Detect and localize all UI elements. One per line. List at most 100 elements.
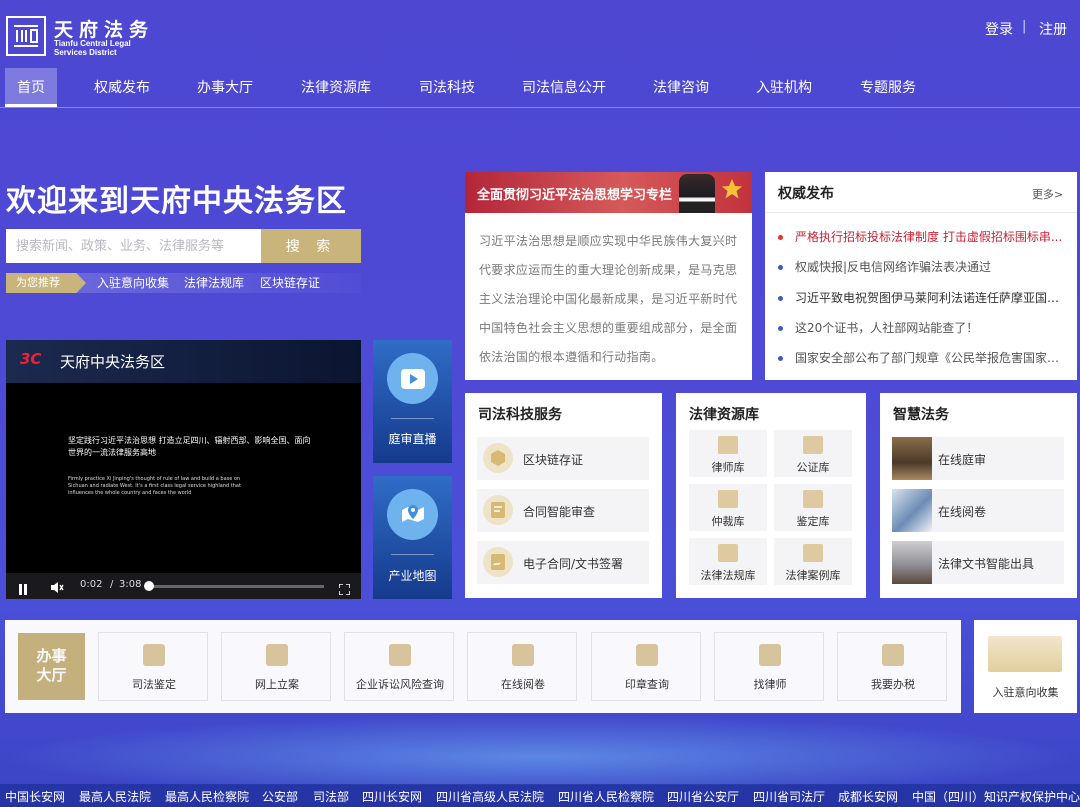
footer-link[interactable]: 四川长安网	[362, 788, 422, 805]
library-cases[interactable]: 法律案例库	[774, 538, 852, 585]
search-input[interactable]	[6, 229, 261, 263]
library-regulations[interactable]: 法律法规库	[689, 538, 767, 585]
brand-title: 天府法务	[54, 19, 155, 41]
footer-link[interactable]: 公安部	[262, 788, 298, 805]
video-title: 天府中央法务区	[60, 353, 166, 371]
video-logo: 3C	[20, 350, 42, 368]
hall-item-find-lawyer[interactable]: 找律师	[714, 632, 824, 701]
nav-service-hall[interactable]: 办事大厅	[187, 68, 263, 107]
tile-divider	[391, 554, 434, 555]
library-label: 鉴定库	[796, 515, 830, 528]
filing-icon	[266, 644, 288, 666]
footer-link[interactable]: 四川省人民检察院	[558, 788, 654, 805]
star-icon	[721, 178, 743, 204]
law-library-title: 法律资源库	[689, 407, 759, 423]
video-caption-en: Firmly practice Xi Jinping's thought of …	[68, 476, 241, 496]
library-arbitration[interactable]: 仲裁库	[689, 484, 767, 531]
video-progress-bar[interactable]	[148, 585, 324, 588]
recommend-link-blockchain[interactable]: 区块链存证	[260, 273, 320, 293]
tech-item-label: 合同智能审查	[523, 505, 596, 519]
entry-intent-label: 入驻意向收集	[992, 686, 1059, 699]
industry-map-tile[interactable]: 产业地图	[373, 476, 452, 599]
smart-item-doc-generate[interactable]: 法律文书智能出具	[892, 541, 1064, 584]
news-dot	[778, 356, 783, 361]
document-image	[892, 541, 932, 584]
logo-icon[interactable]	[6, 16, 46, 56]
news-dot	[778, 235, 783, 240]
news-item[interactable]: 习近平致电祝贺图伊马莱阿利法诺连任萨摩亚国家...	[778, 289, 1068, 306]
footer-link[interactable]: 四川省高级人民法院	[436, 788, 544, 805]
footer-links: 中国长安网 最高人民法院 最高人民检察院 公安部 司法部 四川长安网 四川省高级…	[0, 784, 1080, 807]
nav-special-services[interactable]: 专题服务	[850, 68, 926, 107]
blockchain-icon	[483, 443, 513, 473]
smart-item-online-trial[interactable]: 在线庭审	[892, 437, 1064, 480]
library-appraisal[interactable]: 鉴定库	[774, 484, 852, 531]
news-more-link[interactable]: 更多>	[1032, 186, 1063, 202]
hall-item-risk-query[interactable]: 企业诉讼风险查询	[344, 632, 454, 701]
hall-item-tax[interactable]: 我要办税	[837, 632, 947, 701]
entry-intent-card[interactable]: 入驻意向收集	[974, 620, 1077, 713]
nav-releases[interactable]: 权威发布	[84, 68, 160, 107]
tech-item-e-sign[interactable]: 电子合同/文书签署	[477, 541, 649, 584]
nav-institutions[interactable]: 入驻机构	[746, 68, 822, 107]
footer-link[interactable]: 最高人民检察院	[165, 788, 249, 805]
tech-item-blockchain[interactable]: 区块链存证	[477, 437, 649, 480]
video-header: 3C 天府中央法务区	[6, 340, 361, 383]
nav-law-library[interactable]: 法律资源库	[292, 68, 380, 107]
gavel-icon	[718, 490, 738, 508]
footer-link[interactable]: 四川省公安厅	[667, 788, 739, 805]
video-progress-knob[interactable]	[144, 581, 154, 591]
recommend-link-entry[interactable]: 入驻意向收集	[97, 273, 169, 293]
library-label: 律师库	[711, 461, 745, 474]
nav-judicial-info[interactable]: 司法信息公开	[512, 68, 616, 107]
hall-item-online-filing[interactable]: 网上立案	[221, 632, 331, 701]
hall-item-forensic[interactable]: 司法鉴定	[98, 632, 208, 701]
notary-icon	[803, 436, 823, 454]
hall-item-label: 司法鉴定	[132, 678, 176, 691]
court-live-tile[interactable]: 庭审直播	[373, 340, 452, 463]
search-button[interactable]: 搜 索	[261, 229, 361, 263]
study-banner[interactable]: 全面贯彻习近平法治思想学习专栏	[465, 172, 752, 213]
map-pin-icon	[387, 489, 438, 540]
footer-link[interactable]: 中国（四川）知识产权保护中心	[912, 788, 1080, 805]
signature-icon	[483, 547, 513, 577]
library-label: 仲裁库	[711, 515, 745, 528]
register-link[interactable]: 注册	[1039, 19, 1067, 39]
tech-item-contract-review[interactable]: 合同智能审查	[477, 489, 649, 532]
nav-judicial-tech[interactable]: 司法科技	[409, 68, 485, 107]
hall-item-online-review[interactable]: 在线阅卷	[467, 632, 577, 701]
nav-home[interactable]: 首页	[5, 68, 57, 107]
library-label: 公证库	[796, 461, 830, 474]
footer-link[interactable]: 四川省司法厅	[753, 788, 825, 805]
library-notary[interactable]: 公证库	[774, 430, 852, 477]
footer-link[interactable]: 成都长安网	[838, 788, 898, 805]
news-title: 权威发布	[778, 186, 834, 202]
fullscreen-icon[interactable]	[338, 580, 351, 599]
lawyer-icon	[718, 436, 738, 454]
mute-icon[interactable]	[50, 579, 64, 598]
tile-divider	[391, 418, 434, 419]
smart-item-label: 在线阅卷	[938, 505, 987, 519]
recommend-tag: 为您推荐	[6, 273, 86, 293]
library-lawyers[interactable]: 律师库	[689, 430, 767, 477]
footer-link[interactable]: 司法部	[313, 788, 349, 805]
hall-item-seal-query[interactable]: 印章查询	[591, 632, 701, 701]
hall-item-label: 网上立案	[255, 678, 299, 691]
hall-item-label: 在线阅卷	[501, 678, 545, 691]
library-label: 法律案例库	[785, 569, 841, 582]
smart-legal-card: 智慧法务 在线庭审 在线阅卷 法律文书智能出具	[880, 393, 1077, 598]
news-item[interactable]: 权威快报|反电信网络诈骗法表决通过	[778, 258, 1068, 275]
news-item[interactable]: 国家安全部公布了部门规章《公民举报危害国家安...	[778, 349, 1068, 366]
login-link[interactable]: 登录	[985, 19, 1013, 39]
footer-link[interactable]: 最高人民法院	[79, 788, 151, 805]
footer-link[interactable]: 中国长安网	[5, 788, 65, 805]
brand-subtitle: Tianfu Central Legal Services District	[54, 39, 131, 57]
news-item[interactable]: 这20个证书，人社部网站能查了！	[778, 319, 1068, 336]
news-item[interactable]: 严格执行招标投标法律制度 打击虚假招标围标串...	[778, 228, 1068, 245]
nav-legal-consult[interactable]: 法律咨询	[643, 68, 719, 107]
pause-icon[interactable]	[18, 580, 28, 599]
smart-item-online-review[interactable]: 在线阅卷	[892, 489, 1064, 532]
recommend-link-laws[interactable]: 法律法规库	[184, 273, 244, 293]
video-player[interactable]: 3C 天府中央法务区 坚定践行习近平法治思想 打造立足四川、辐射西部、影响全国、…	[6, 340, 361, 599]
video-time-total: 3:08	[119, 579, 142, 590]
